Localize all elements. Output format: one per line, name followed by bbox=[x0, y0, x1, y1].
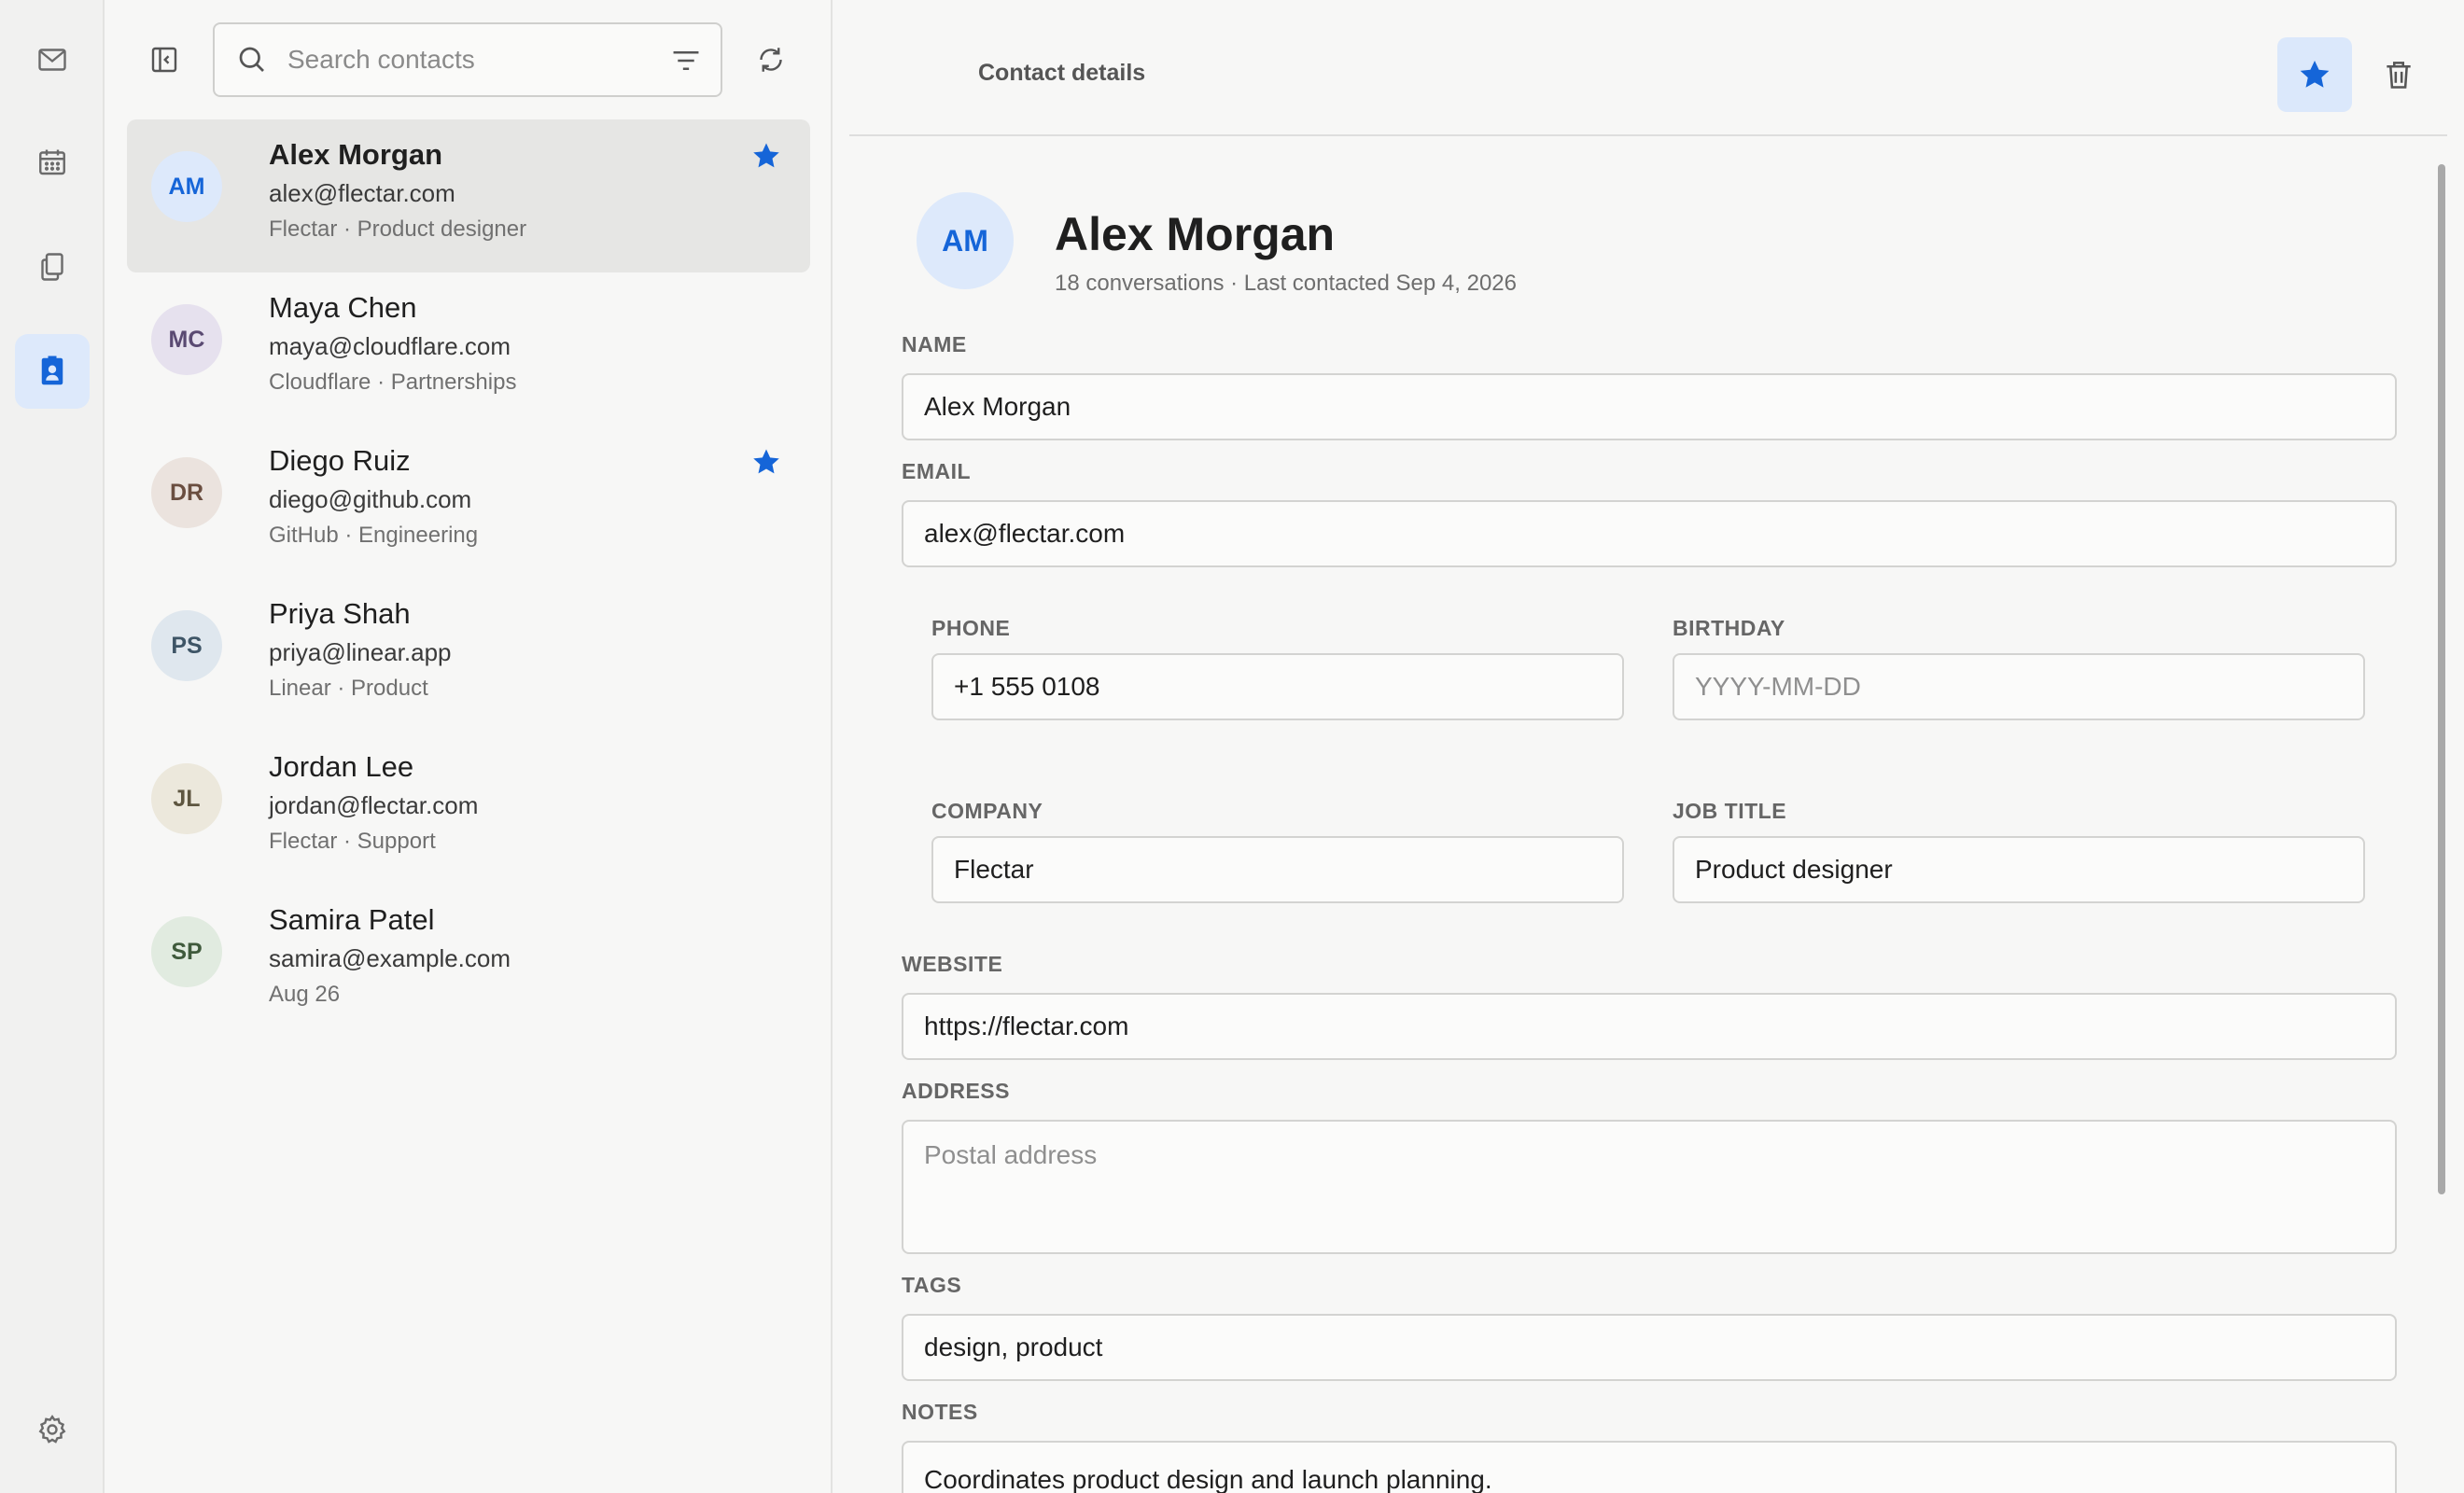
avatar: AM bbox=[917, 192, 1014, 289]
calendar-icon bbox=[39, 149, 65, 175]
birthday-label: BIRTHDAY bbox=[1673, 616, 1785, 640]
contact-name: Diego Ruiz bbox=[269, 444, 411, 477]
avatar: PS bbox=[151, 610, 222, 681]
address-field[interactable] bbox=[902, 1120, 2397, 1254]
contact-row[interactable]: SP Samira Patel samira@example.com Aug 2… bbox=[127, 885, 810, 1038]
contact-meta: Linear · Product bbox=[269, 676, 428, 701]
favorite-button[interactable] bbox=[2277, 37, 2352, 112]
avatar: JL bbox=[151, 763, 222, 834]
documents-icon bbox=[41, 253, 63, 281]
job-title-label: JOB TITLE bbox=[1673, 799, 1787, 823]
filter-icon[interactable] bbox=[668, 43, 704, 78]
list-toolbar bbox=[105, 0, 833, 119]
contact-summary: 18 conversations · Last contacted Sep 4,… bbox=[1055, 271, 1517, 296]
app-rail bbox=[0, 0, 105, 1493]
name-label: NAME bbox=[902, 332, 967, 356]
company-label: COMPANY bbox=[931, 799, 1043, 823]
website-field[interactable] bbox=[902, 993, 2397, 1060]
contact-name-heading: Alex Morgan bbox=[1055, 208, 1336, 260]
job-title-field[interactable] bbox=[1673, 836, 2365, 903]
calendar-nav-button[interactable] bbox=[15, 125, 90, 200]
contact-email: maya@cloudflare.com bbox=[269, 332, 511, 360]
notes-label: NOTES bbox=[902, 1400, 978, 1424]
mail-icon bbox=[38, 49, 66, 71]
contact-detail-panel: Contact details AM Alex Morgan 18 conver… bbox=[833, 0, 2464, 1493]
contact-meta: Flectar · Product designer bbox=[269, 216, 527, 242]
contact-row[interactable]: JL Jordan Lee jordan@flectar.com Flectar… bbox=[127, 732, 810, 885]
contact-list: AM Alex Morgan alex@flectar.com Flectar … bbox=[127, 119, 810, 1038]
email-field[interactable] bbox=[902, 500, 2397, 567]
avatar: DR bbox=[151, 457, 222, 528]
contact-email: samira@example.com bbox=[269, 944, 511, 972]
search-icon bbox=[239, 47, 264, 72]
name-field[interactable] bbox=[902, 373, 2397, 440]
documents-nav-button[interactable] bbox=[15, 230, 90, 304]
tags-field[interactable] bbox=[902, 1314, 2397, 1381]
contact-row[interactable]: AM Alex Morgan alex@flectar.com Flectar … bbox=[127, 119, 810, 272]
contacts-icon bbox=[41, 356, 63, 385]
refresh-icon bbox=[760, 48, 782, 72]
avatar: SP bbox=[151, 916, 222, 987]
collapse-sidebar-button[interactable] bbox=[134, 30, 194, 90]
search-input[interactable] bbox=[287, 45, 623, 75]
phone-label: PHONE bbox=[931, 616, 1011, 640]
email-label: EMAIL bbox=[902, 459, 972, 483]
detail-header: Contact details bbox=[849, 0, 2447, 136]
tags-label: TAGS bbox=[902, 1273, 962, 1297]
contact-name: Alex Morgan bbox=[269, 138, 443, 171]
contact-list-panel: AM Alex Morgan alex@flectar.com Flectar … bbox=[105, 0, 833, 1493]
contact-name: Samira Patel bbox=[269, 903, 435, 936]
star-icon[interactable] bbox=[750, 140, 782, 172]
mail-nav-button[interactable] bbox=[15, 22, 90, 97]
settings-nav-button[interactable] bbox=[15, 1392, 90, 1467]
scrollbar[interactable] bbox=[2438, 164, 2445, 1194]
contact-name: Priya Shah bbox=[269, 597, 411, 630]
sidebar-collapse-icon bbox=[151, 47, 177, 73]
contact-email: priya@linear.app bbox=[269, 638, 452, 666]
contact-email: diego@github.com bbox=[269, 485, 472, 513]
contacts-nav-button[interactable] bbox=[15, 334, 90, 409]
birthday-field[interactable] bbox=[1673, 653, 2365, 720]
delete-button[interactable] bbox=[2365, 41, 2432, 108]
contact-row[interactable]: PS Priya Shah priya@linear.app Linear · … bbox=[127, 579, 810, 732]
star-icon[interactable] bbox=[750, 446, 782, 478]
trash-icon bbox=[2387, 62, 2411, 89]
avatar: AM bbox=[151, 151, 222, 222]
contact-name: Jordan Lee bbox=[269, 750, 414, 783]
notes-field[interactable]: Coordinates product design and launch pl… bbox=[902, 1441, 2397, 1493]
address-label: ADDRESS bbox=[902, 1079, 1010, 1103]
contact-meta: Aug 26 bbox=[269, 982, 341, 1007]
refresh-button[interactable] bbox=[741, 30, 801, 90]
contact-email: alex@flectar.com bbox=[269, 179, 455, 207]
gear-icon bbox=[38, 1415, 66, 1444]
contact-meta: Cloudflare · Partnerships bbox=[269, 370, 517, 395]
phone-field[interactable] bbox=[931, 653, 1624, 720]
contact-meta: Flectar · Support bbox=[269, 829, 436, 854]
star-icon bbox=[2300, 60, 2330, 88]
avatar: MC bbox=[151, 304, 222, 375]
contact-row[interactable]: MC Maya Chen maya@cloudflare.com Cloudfl… bbox=[127, 272, 810, 426]
search-box bbox=[213, 22, 722, 97]
contact-row[interactable]: DR Diego Ruiz diego@github.com GitHub · … bbox=[127, 426, 810, 579]
website-label: WEBSITE bbox=[902, 952, 1003, 976]
contact-email: jordan@flectar.com bbox=[269, 791, 479, 819]
contact-name: Maya Chen bbox=[269, 291, 417, 324]
page-title: Contact details bbox=[978, 60, 1146, 86]
contact-meta: GitHub · Engineering bbox=[269, 523, 479, 548]
company-field[interactable] bbox=[931, 836, 1624, 903]
